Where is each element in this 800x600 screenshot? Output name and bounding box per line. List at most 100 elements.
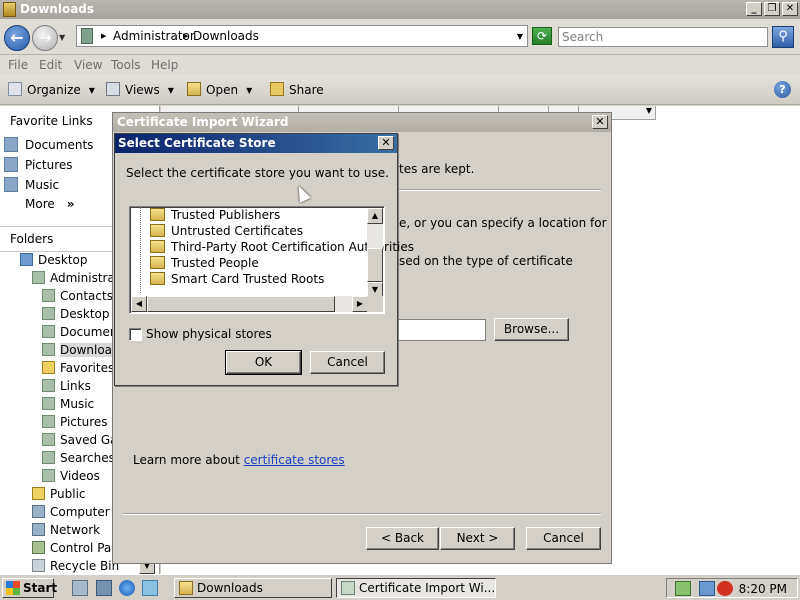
clock[interactable]: 8:20 PM — [739, 582, 787, 596]
explorer-titlebar[interactable]: Downloads _ ❐ ✕ — [0, 0, 800, 19]
share-button[interactable]: Share — [270, 82, 324, 97]
task-label: Downloads — [197, 581, 263, 595]
browse-button[interactable]: Browse... — [494, 318, 569, 341]
wizard-description-line3: sed on the type of certificate — [399, 254, 573, 268]
search-button[interactable]: ⚲ — [772, 26, 794, 48]
help-button[interactable]: ? — [774, 81, 791, 98]
scroll-left-icon[interactable]: ◀ — [131, 296, 147, 312]
search-input[interactable]: Search — [558, 27, 768, 47]
favorite-music[interactable]: Music — [4, 177, 59, 192]
tree-item-favorites[interactable]: Favorites — [42, 361, 114, 375]
user-folder-icon — [32, 271, 45, 284]
store-label: Smart Card Trusted Roots — [171, 272, 325, 286]
tree-item-computer[interactable]: Computer — [32, 505, 110, 519]
wizard-titlebar[interactable]: Certificate Import Wizard — [113, 113, 611, 132]
task-certificate-import-wizard[interactable]: Certificate Import Wi... — [336, 578, 496, 598]
favorite-documents[interactable]: Documents — [4, 137, 93, 152]
certificate-store-field[interactable] — [398, 319, 486, 341]
menu-file[interactable]: File — [8, 58, 28, 72]
switch-windows-icon[interactable] — [96, 580, 112, 596]
scroll-right-icon[interactable]: ▶ — [352, 296, 368, 312]
tree-item-pictures[interactable]: Pictures — [42, 415, 108, 429]
breadcrumb-arrow-icon[interactable]: ▶ — [183, 32, 188, 40]
show-physical-stores-label[interactable]: Show physical stores — [146, 327, 272, 341]
store-cancel-button[interactable]: Cancel — [310, 351, 385, 374]
folder-icon — [81, 28, 93, 44]
back-button[interactable]: < Back — [366, 527, 439, 550]
store-dialog-close-button[interactable]: ✕ — [378, 136, 394, 150]
back-button[interactable]: ← — [4, 25, 30, 51]
store-item-smart-card-trusted-roots[interactable]: Smart Card Trusted Roots — [150, 272, 324, 286]
open-button[interactable]: Open ▼ — [187, 82, 252, 97]
views-button[interactable]: Views ▼ — [106, 82, 174, 97]
tree-item-public[interactable]: Public — [32, 487, 86, 501]
tree-item-desktop[interactable]: Desktop — [20, 253, 88, 267]
tree-item-recycle-bin[interactable]: Recycle Bin — [32, 559, 119, 573]
volume-muted-icon[interactable] — [717, 581, 733, 596]
restore-button[interactable]: ❐ — [764, 2, 780, 16]
tree-item-desktop-sub[interactable]: Desktop — [42, 307, 110, 321]
quick-launch-icon[interactable] — [142, 580, 158, 596]
start-label: Start — [23, 581, 58, 595]
horizontal-scroll-thumb[interactable] — [147, 296, 335, 312]
vertical-scrollbar[interactable]: ▲ ▼ — [367, 208, 383, 298]
wizard-close-button[interactable]: ✕ — [592, 115, 608, 129]
show-desktop-icon[interactable] — [72, 580, 88, 596]
tree-item-searches[interactable]: Searches — [42, 451, 115, 465]
show-physical-stores-checkbox[interactable] — [129, 328, 142, 341]
forward-button[interactable]: → — [32, 25, 58, 51]
store-item-untrusted-certificates[interactable]: Untrusted Certificates — [150, 224, 303, 238]
menu-edit[interactable]: Edit — [39, 58, 62, 72]
internet-explorer-icon[interactable] — [119, 580, 135, 596]
tree-label: Favorites — [60, 361, 115, 375]
tree-label: Network — [50, 523, 101, 537]
vertical-scroll-thumb[interactable] — [367, 248, 383, 282]
organize-button[interactable]: Organize ▼ — [8, 82, 95, 97]
horizontal-scrollbar[interactable]: ◀ ▶ — [131, 296, 368, 312]
select-certificate-store-dialog: Select Certificate Store ✕ Select the ce… — [114, 133, 414, 386]
network-icon — [32, 523, 45, 536]
menu-bar: File Edit View Tools Help — [0, 55, 800, 75]
refresh-button[interactable]: ⟳ — [532, 27, 552, 45]
wizard-title: Certificate Import Wizard — [117, 115, 289, 129]
tree-item-links[interactable]: Links — [42, 379, 91, 393]
open-folder-icon — [187, 82, 201, 96]
tree-item-contacts[interactable]: Contacts — [42, 289, 113, 303]
cancel-button[interactable]: Cancel — [526, 527, 601, 550]
links-folder-icon — [42, 379, 55, 392]
certificate-stores-link[interactable]: certificate stores — [244, 453, 345, 467]
divider — [123, 513, 601, 515]
store-item-trusted-people[interactable]: Trusted People — [150, 256, 259, 270]
security-shield-icon[interactable] — [675, 581, 691, 596]
store-item-trusted-publishers[interactable]: Trusted Publishers — [150, 208, 280, 222]
menu-help[interactable]: Help — [151, 58, 178, 72]
chevron-double-right-icon: » — [66, 197, 75, 211]
store-label: Untrusted Certificates — [171, 224, 303, 238]
favorite-more[interactable]: More » — [25, 197, 75, 211]
breadcrumb-downloads[interactable]: Downloads — [193, 29, 259, 43]
tree-item-network[interactable]: Network — [32, 523, 100, 537]
ok-button[interactable]: OK — [225, 350, 302, 375]
certificate-store-tree[interactable]: Trusted Publishers Untrusted Certificate… — [129, 206, 414, 314]
network-status-icon[interactable] — [699, 581, 715, 596]
address-dropdown-icon[interactable]: ▼ — [517, 32, 523, 41]
tree-item-videos[interactable]: Videos — [42, 469, 100, 483]
scroll-up-icon[interactable]: ▲ — [367, 208, 383, 224]
next-button[interactable]: Next > — [440, 527, 515, 550]
favorite-pictures[interactable]: Pictures — [4, 157, 73, 172]
taskbar: Start Downloads Certificate Import Wi...… — [0, 574, 800, 600]
breadcrumb-arrow-icon[interactable]: ▶ — [101, 32, 106, 40]
tree-item-music[interactable]: Music — [42, 397, 94, 411]
tree-label: Music — [60, 397, 95, 411]
menu-tools[interactable]: Tools — [111, 58, 141, 72]
start-button[interactable]: Start — [2, 578, 58, 598]
address-bar[interactable]: ▶ Administrator ▶ Downloads ▼ — [76, 25, 528, 47]
task-downloads[interactable]: Downloads — [174, 578, 332, 598]
store-dialog-titlebar[interactable]: Select Certificate Store — [115, 134, 397, 153]
searches-folder-icon — [42, 451, 55, 464]
minimize-button[interactable]: _ — [746, 2, 762, 16]
menu-view[interactable]: View — [74, 58, 102, 72]
recent-pages-chevron-icon[interactable]: ▼ — [59, 33, 65, 42]
folder-icon — [150, 256, 165, 269]
close-button[interactable]: ✕ — [782, 2, 798, 16]
